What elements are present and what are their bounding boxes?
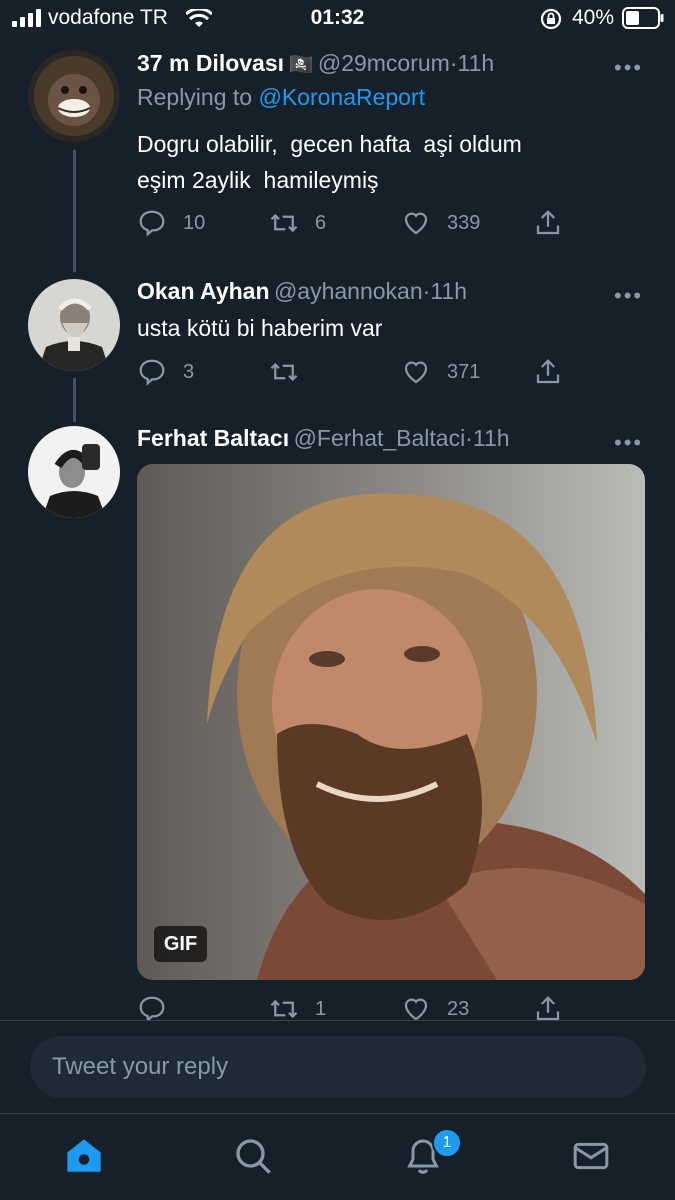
thread-line <box>73 378 76 422</box>
separator-dot: · <box>449 50 458 76</box>
more-options-button[interactable]: ••• <box>614 55 643 81</box>
reply-icon <box>139 996 165 1020</box>
tweet-text-line: eşim 2aylik hamileymiş <box>137 167 379 193</box>
display-name[interactable]: 37 m Dilovası <box>137 50 284 76</box>
battery-percent: 40% <box>572 6 615 29</box>
retweet-button[interactable]: 1 <box>269 994 326 1020</box>
reply-placeholder: Tweet your reply <box>52 1053 229 1080</box>
reply-count: 3 <box>183 360 195 383</box>
tweet-text: usta kötü bi haberim var <box>137 315 383 341</box>
share-button[interactable] <box>533 357 579 387</box>
display-name[interactable]: Okan Ayhan <box>137 278 270 304</box>
like-icon <box>404 212 428 235</box>
share-button[interactable] <box>533 208 579 238</box>
retweet-icon <box>270 999 298 1019</box>
messages-icon <box>573 1142 609 1170</box>
tweet-actions: 3 371 <box>137 357 667 391</box>
tweet-text: Dogru olabilir, gecen hafta aşi oldum eş… <box>137 126 522 198</box>
timestamp: 11h <box>472 425 510 451</box>
divider <box>0 1020 675 1021</box>
status-bar: vodafone TR 01:32 40% <box>0 0 675 38</box>
avatar[interactable] <box>28 426 120 518</box>
reply-button[interactable] <box>137 994 183 1020</box>
reply-input[interactable]: Tweet your reply <box>30 1036 646 1098</box>
like-button[interactable]: 339 <box>401 208 480 238</box>
tweet-text-line: Dogru olabilir, gecen hafta aşi oldum <box>137 131 522 157</box>
reply-icon <box>139 359 165 386</box>
tweet-header: Okan Ayhan @ayhannokan·11h <box>137 278 467 305</box>
gif-image <box>137 464 645 980</box>
tab-home[interactable] <box>54 1126 114 1186</box>
like-count: 371 <box>447 360 481 383</box>
like-count: 23 <box>447 997 470 1020</box>
tweet-actions: 10 6 339 <box>137 208 667 242</box>
timestamp: 11h <box>430 278 467 304</box>
retweet-count: 1 <box>315 997 327 1020</box>
avatar[interactable] <box>28 50 120 142</box>
mention-link[interactable]: @KoronaReport <box>258 84 425 110</box>
more-options-button[interactable]: ••• <box>614 430 643 456</box>
notification-badge: 1 <box>432 1128 462 1158</box>
retweet-icon <box>270 362 298 382</box>
lock-rotation-icon <box>540 8 562 30</box>
divider <box>0 1113 675 1114</box>
more-options-button[interactable]: ••• <box>614 283 643 309</box>
share-icon <box>536 359 560 384</box>
separator-dot: · <box>465 425 473 451</box>
retweet-icon <box>270 213 298 233</box>
like-icon <box>404 361 428 384</box>
search-icon <box>236 1139 271 1174</box>
battery-icon <box>622 7 664 29</box>
user-handle[interactable]: @29mcorum <box>318 50 450 76</box>
like-count: 339 <box>447 211 481 234</box>
tweet-header: Ferhat Baltacı @Ferhat_Baltaci·11h <box>137 425 510 452</box>
timestamp: 11h <box>457 50 495 76</box>
reply-button[interactable]: 10 <box>137 208 205 238</box>
reply-count: 10 <box>183 211 206 234</box>
retweet-count: 6 <box>315 211 327 234</box>
gif-badge: GIF <box>154 926 207 962</box>
retweet-button[interactable]: 6 <box>269 208 326 238</box>
avatar[interactable] <box>28 279 120 371</box>
tweet-header: 37 m Dilovası 🏴‍☠️ @29mcorum·11h <box>137 50 494 77</box>
user-handle[interactable]: @Ferhat_Baltaci <box>294 425 466 451</box>
gif-media[interactable] <box>137 464 645 980</box>
replying-to: Replying to @KoronaReport <box>137 84 425 111</box>
share-icon <box>536 996 560 1020</box>
tab-search[interactable] <box>223 1126 283 1186</box>
like-button[interactable]: 23 <box>401 994 469 1020</box>
reply-icon <box>139 210 165 237</box>
tweet-actions: 1 23 <box>137 994 667 1020</box>
share-icon <box>536 210 560 235</box>
tab-messages[interactable] <box>561 1126 621 1186</box>
share-button[interactable] <box>533 994 579 1020</box>
retweet-button[interactable] <box>269 357 315 387</box>
like-button[interactable]: 371 <box>401 357 480 387</box>
display-name[interactable]: Ferhat Baltacı <box>137 425 289 451</box>
flag-emoji: 🏴‍☠️ <box>288 54 314 76</box>
like-icon <box>404 998 428 1020</box>
user-handle[interactable]: @ayhannokan <box>274 278 423 304</box>
thread-line <box>73 150 76 272</box>
reply-button[interactable]: 3 <box>137 357 194 387</box>
home-icon <box>67 1139 101 1172</box>
replying-prefix: Replying to <box>137 84 253 110</box>
